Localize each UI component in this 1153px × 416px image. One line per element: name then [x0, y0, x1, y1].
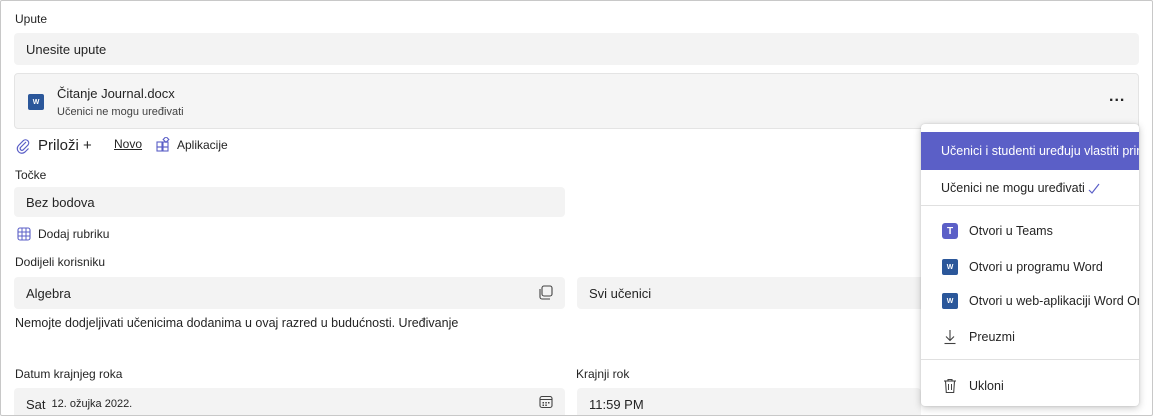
menu-item-label: Učenici i studenti uređuju vlastiti prim… [941, 144, 1139, 158]
menu-divider [921, 359, 1139, 360]
attachment-permission: Učenici ne mogu uređivati [57, 106, 184, 118]
due-date-label: Datum krajnjeg roka [15, 367, 123, 381]
attachment-card[interactable]: W Čitanje Journal.docx Učenici ne mogu u… [14, 73, 1139, 129]
instructions-label: Upute [15, 12, 48, 26]
apps-label: Aplikacije [177, 137, 228, 152]
check-icon [1088, 183, 1100, 194]
word-file-icon: W [28, 94, 47, 110]
attachment-context-menu: Učenici i studenti uređuju vlastiti prim… [921, 124, 1139, 406]
add-rubric-button[interactable]: Dodaj rubriku [17, 227, 109, 241]
paperclip-icon [16, 138, 30, 154]
teams-icon: T [941, 222, 959, 240]
copy-icon[interactable] [538, 285, 554, 301]
download-icon [941, 328, 959, 346]
instructions-placeholder: Unesite upute [26, 41, 107, 57]
instructions-input[interactable]: Unesite upute [14, 33, 1139, 65]
menu-item-label: Otvori u programu Word [969, 260, 1103, 274]
assign-label: Dodijeli korisniku [15, 255, 106, 269]
points-value: Bez bodova [26, 194, 95, 210]
attach-button[interactable]: Priloži + [16, 137, 92, 154]
attach-label: Priloži + [38, 137, 92, 154]
due-date-value: 12. ožujka 2022. [51, 398, 133, 410]
class-field[interactable]: Algebra [14, 277, 565, 309]
menu-divider [921, 205, 1139, 206]
menu-item-remove[interactable]: Ukloni [921, 369, 1139, 403]
apps-button[interactable]: Aplikacije [156, 137, 228, 152]
menu-item-open-in-word[interactable]: W Otvori u programu Word [921, 250, 1139, 284]
apps-icon [156, 137, 170, 152]
menu-item-open-in-teams[interactable]: T Otvori u Teams [921, 214, 1139, 248]
points-field[interactable]: Bez bodova [14, 187, 565, 217]
class-value: Algebra [26, 285, 71, 301]
calendar-icon[interactable] [539, 395, 553, 409]
menu-item-label: Učenici ne mogu uređivati [941, 181, 1085, 195]
trash-icon [941, 377, 959, 395]
due-time-field[interactable]: 11:59 PM [577, 388, 921, 415]
students-field[interactable]: Svi učenici [577, 277, 921, 309]
attachment-file-name[interactable]: Čitanje Journal.docx [57, 86, 175, 101]
word-icon: W [941, 258, 961, 276]
menu-item-download[interactable]: Preuzmi [921, 320, 1139, 354]
menu-item-students-edit-own-copy[interactable]: Učenici i studenti uređuju vlastiti prim… [921, 132, 1139, 170]
assignment-form: Upute Unesite upute W Čitanje Journal.do… [0, 0, 1153, 416]
assign-note: Nemojte dodjeljivati učenicima dodanima … [15, 316, 459, 330]
students-value: Svi učenici [589, 285, 652, 301]
due-date-field[interactable]: Sat 12. ožujka 2022. [14, 388, 565, 415]
grid-icon [17, 227, 31, 241]
menu-item-label: Otvori u web-aplikaciji Word Online [969, 294, 1139, 308]
due-time-value: 11:59 PM [589, 396, 644, 412]
menu-item-label: Ukloni [969, 379, 1004, 393]
menu-item-label: Otvori u Teams [969, 224, 1053, 238]
points-label: Točke [15, 168, 47, 182]
new-button[interactable]: Novo [114, 137, 142, 151]
menu-item-open-in-word-online[interactable]: W Otvori u web-aplikaciji Word Online [921, 284, 1139, 318]
word-icon: W [941, 292, 961, 310]
menu-item-students-cannot-edit[interactable]: Učenici ne mogu uređivati [921, 170, 1139, 206]
menu-item-label: Preuzmi [969, 330, 1015, 344]
more-options-icon[interactable]: ... [1109, 88, 1125, 106]
due-date-day: Sat [26, 396, 46, 412]
add-rubric-label: Dodaj rubriku [38, 227, 110, 241]
due-time-label: Krajnji rok [576, 367, 630, 381]
